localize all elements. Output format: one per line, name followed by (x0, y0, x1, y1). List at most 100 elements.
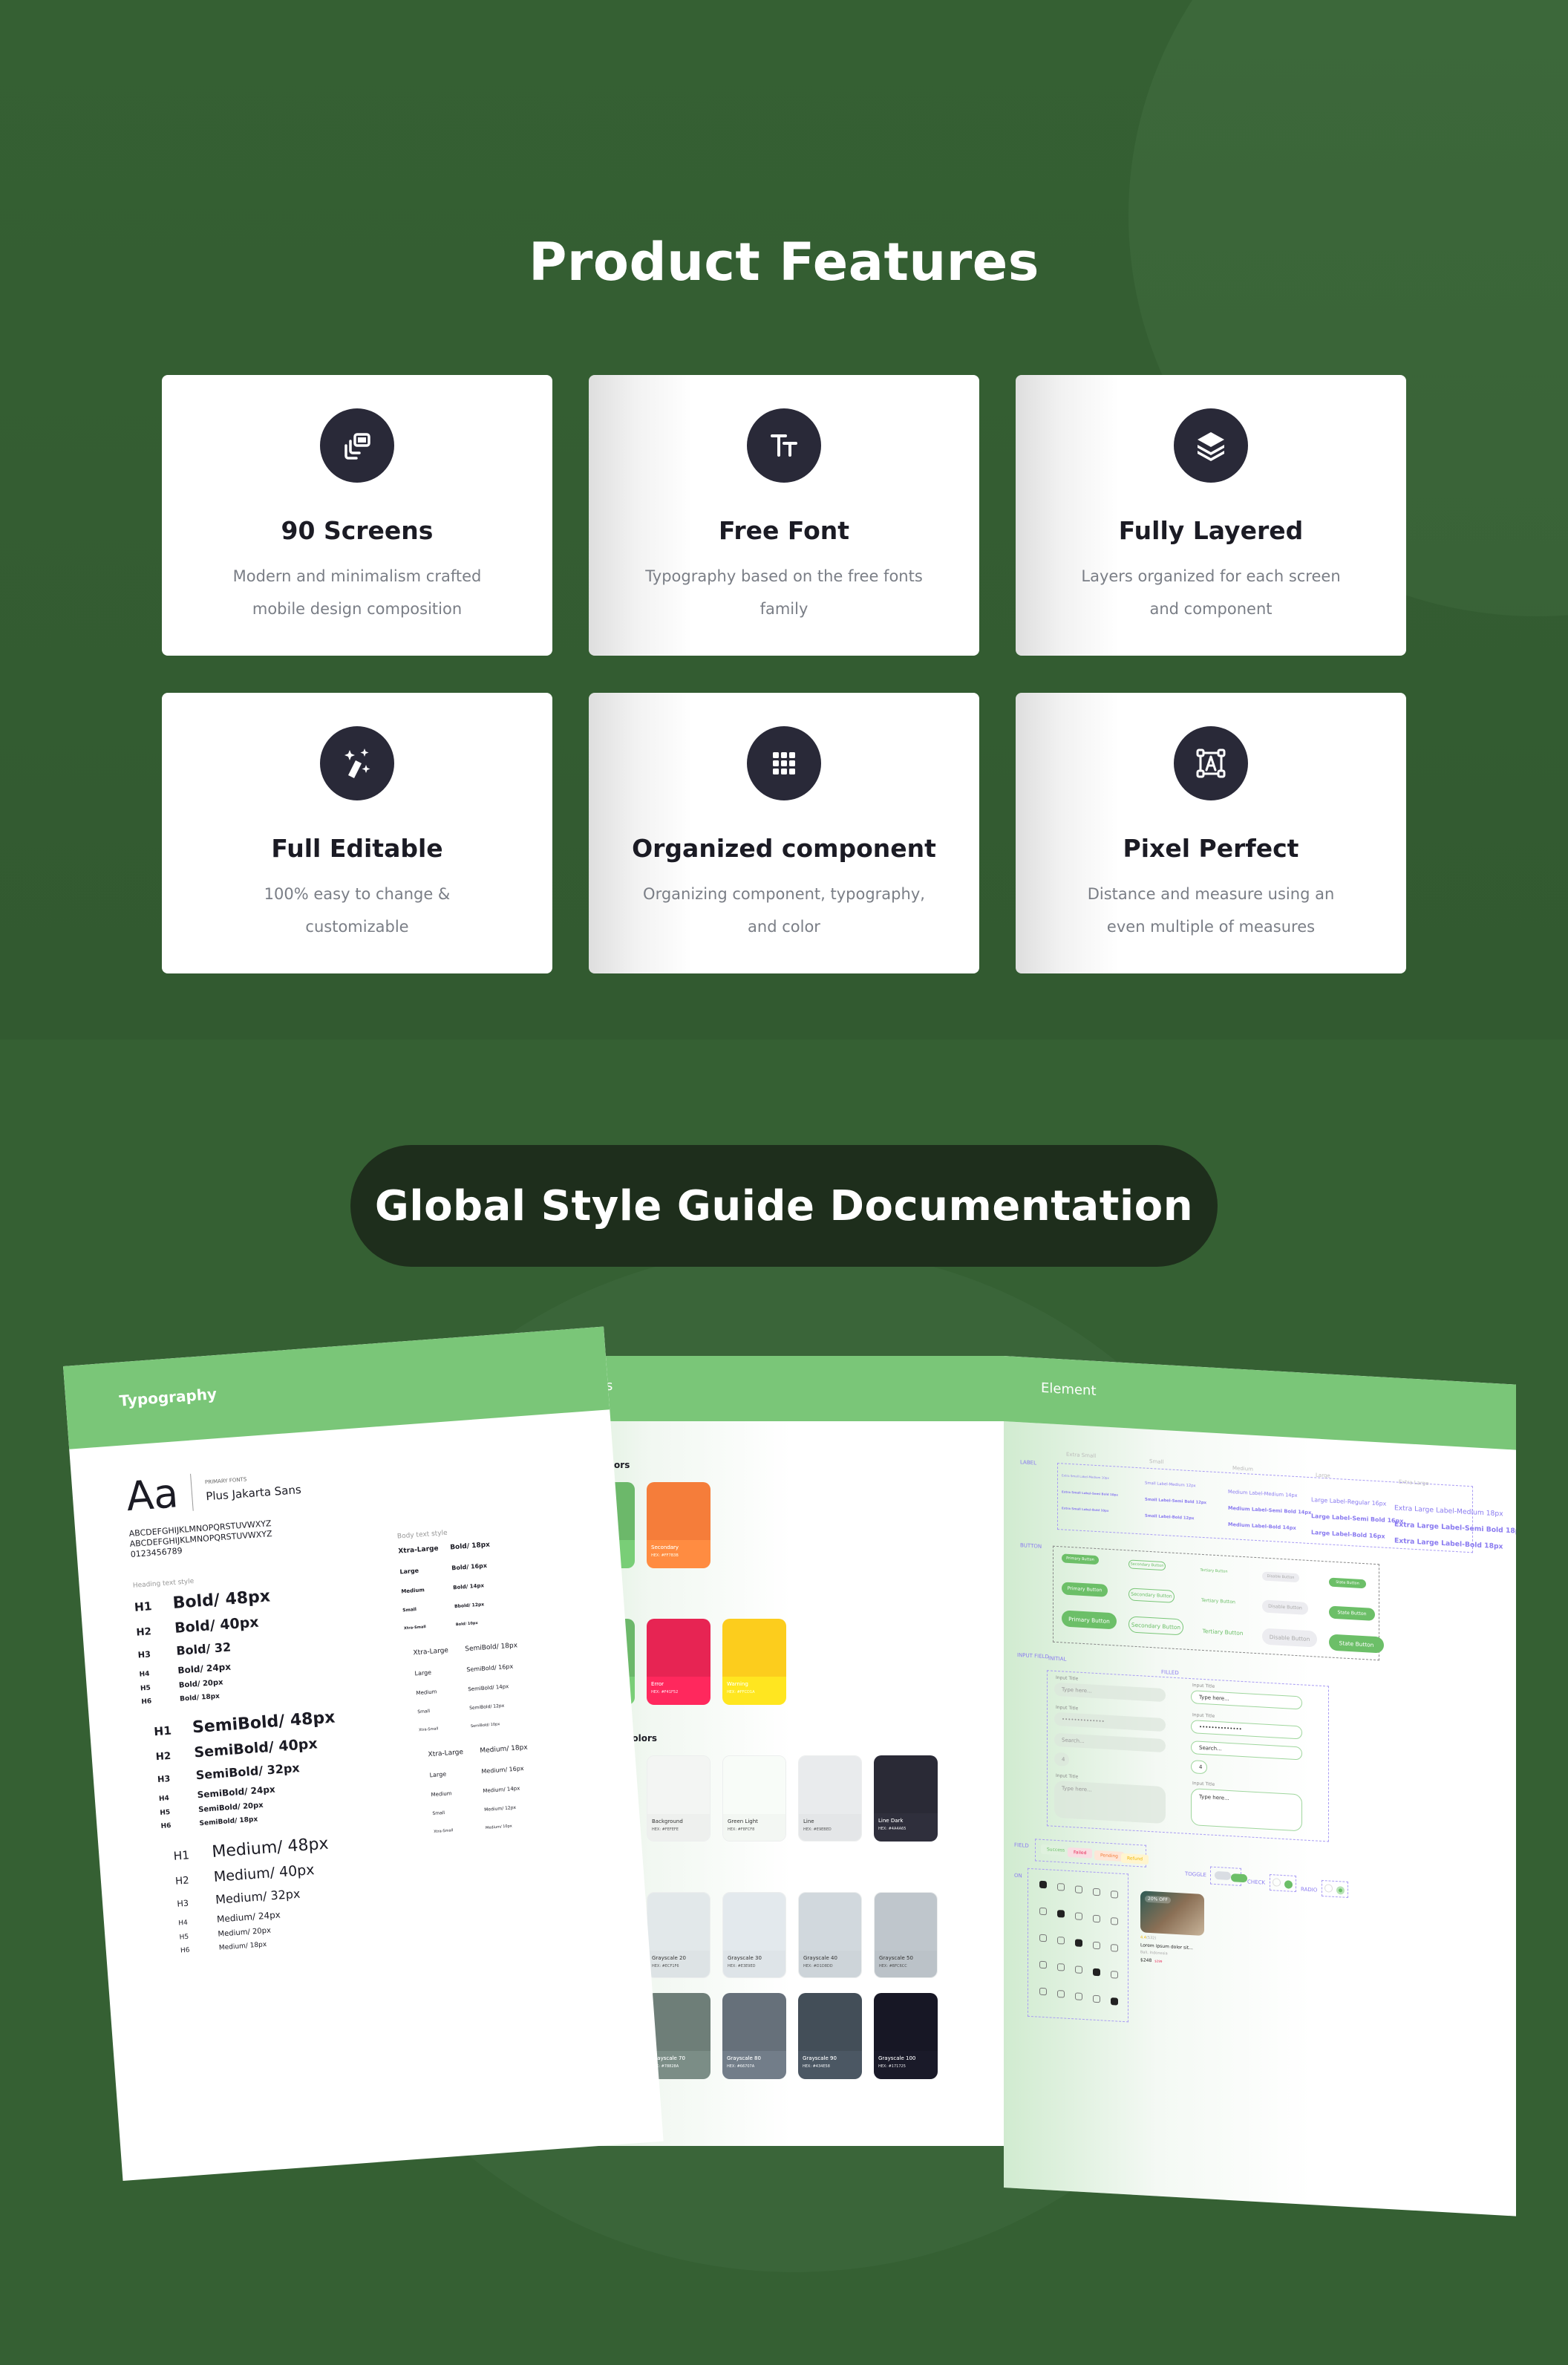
icon-sample (1093, 1914, 1100, 1923)
heading-tag: H1 (173, 1848, 190, 1863)
swatch-name: Grayscale 30 (728, 1955, 762, 1961)
swatch-name: Grayscale 20 (652, 1955, 686, 1961)
style-guide-banner-label: Global Style Guide Documentation (374, 1181, 1194, 1230)
disable-button[interactable]: Disable Button (1262, 1599, 1308, 1615)
section-label: ON (1014, 1872, 1022, 1879)
color-swatch: Grayscale 100 HEX: #171725 (874, 1993, 938, 2079)
toggle-off[interactable] (1215, 1870, 1231, 1881)
body-style-row: Medium SemiBold/ 14px (416, 1680, 557, 1696)
body-style-size: Small (417, 1709, 431, 1715)
sheet-title: Element (1041, 1380, 1097, 1399)
secondary-button[interactable]: Secondary Button (1128, 1616, 1183, 1636)
section-label: CHECK (1247, 1879, 1266, 1886)
tertiary-button[interactable]: Tertiary Button (1195, 1622, 1250, 1641)
body-style-row: Xtra-Large Bold/ 18px (398, 1537, 546, 1556)
input-field[interactable]: Type here... (1054, 1780, 1166, 1824)
swatch-info: Secondary HEX: #FF7B3B (647, 1540, 710, 1568)
heading-style-name: Bold/ 48px (172, 1587, 271, 1613)
swatch-hex: HEX: #FF7B3B (651, 1553, 679, 1558)
heading-tag: H3 (157, 1773, 171, 1785)
input-field[interactable]: 4 (1054, 1752, 1069, 1767)
color-swatch: Line HEX: #E9EBED (798, 1755, 862, 1842)
heading-tag: H2 (136, 1626, 152, 1639)
swatch-name: Line (803, 1818, 814, 1824)
swatch-hex: HEX: #E9EBED (803, 1827, 832, 1832)
feature-description: Layers organized for each screen and com… (1081, 567, 1341, 618)
section-label: LABEL (1020, 1459, 1036, 1467)
tertiary-button[interactable]: Tertiary Button (1195, 1593, 1241, 1608)
swatch-color (798, 1993, 862, 2051)
primary-button[interactable]: Primary Button (1062, 1582, 1108, 1597)
magic-wand-icon (320, 726, 394, 800)
swatch-name: Green Light (728, 1818, 758, 1824)
body-style-row: Medium Medium/ 14px (431, 1782, 564, 1798)
secondary-button[interactable]: Secondary Button (1128, 1588, 1175, 1603)
text-font-icon (747, 408, 821, 483)
heading-tag: H2 (155, 1750, 172, 1764)
typography-content: Aa PRIMARY FONTS Plus Jakarta Sans ABCDE… (125, 1441, 606, 1972)
swatch-info: Grayscale 20 HEX: #ECF1F6 (647, 1951, 710, 1977)
icon-sample (1075, 1912, 1082, 1920)
icon-sample (1039, 1934, 1047, 1942)
text-styles: Heading text style H1 Bold/ 48px H2 Bold/ 4… (133, 1530, 606, 1973)
feature-description: Modern and minimalism crafted mobile des… (232, 567, 482, 618)
swatch-hex: HEX: #F41F52 (651, 1690, 679, 1694)
heading-style-name: SemiBold/ 48px (192, 1708, 336, 1738)
style-guide-banner: Global Style Guide Documentation (350, 1145, 1218, 1267)
color-swatch: Grayscale 20 HEX: #ECF1F6 (647, 1892, 710, 1978)
radio-selected[interactable] (1336, 1886, 1345, 1895)
icon-sample (1075, 1992, 1082, 2000)
color-swatch: Green Light HEX: #F8FCF8 (722, 1755, 786, 1842)
swatch-info: Line HEX: #E9EBED (799, 1814, 861, 1841)
swatch-color (723, 1893, 785, 1951)
body-style-name: SemiBold/ 18px (465, 1642, 518, 1654)
swatch-row: PrimaryHEX: #7AC678SecondaryHEX: #FF7B3B (571, 1482, 987, 1568)
color-section-title: Main Colors (571, 1460, 987, 1470)
heading-style-group: H1 Medium/ 48px H2 Medium/ 40px H3 Medium/ 32… (152, 1828, 427, 1957)
icon-sample (1093, 1994, 1100, 2003)
body-style-name: Bold/ 18px (449, 1541, 491, 1552)
label-column-head: Small (1149, 1458, 1164, 1466)
body-style-row: Xtra-Large SemiBold/ 18px (413, 1640, 554, 1657)
radio-unselected[interactable] (1324, 1884, 1333, 1893)
checkbox-unchecked[interactable] (1273, 1878, 1281, 1887)
heading-style-name: Bold/ 24px (177, 1661, 232, 1676)
feature-title: Pixel Perfect (1123, 834, 1299, 863)
discount-badge: 20% OFF (1145, 1895, 1171, 1904)
status-badge: Refund (1121, 1853, 1149, 1865)
body-style-name: SemiBold/ 12px (468, 1703, 505, 1712)
heading-tag: H5 (179, 1933, 189, 1942)
heading-style-name: Medium/ 24px (216, 1909, 281, 1925)
primary-button[interactable]: Primary Button (1062, 1610, 1117, 1630)
heading-style-group: H1 SemiBold/ 48px H2 SemiBold/ 40px H3 SemiBo… (143, 1703, 417, 1831)
feature-title: Fully Layered (1118, 516, 1304, 545)
heading-tag: H5 (160, 1809, 171, 1818)
heading-tag: H6 (141, 1697, 152, 1706)
heading-style-name: Bold/ 40px (174, 1614, 260, 1637)
swatch-info: Error HEX: #F41F52 (647, 1677, 710, 1705)
toggle-on[interactable] (1231, 1873, 1247, 1883)
state-button[interactable]: State Button (1329, 1605, 1375, 1621)
feature-card: Free Font Typography based on the free f… (589, 375, 979, 656)
input-field[interactable]: 4 (1191, 1760, 1207, 1775)
swatch-name: Error (651, 1681, 664, 1687)
checkbox-checked[interactable] (1284, 1880, 1293, 1889)
section-label: FILLED (1161, 1668, 1179, 1677)
status-badge: Success (1041, 1844, 1071, 1856)
swatch-name: Grayscale 80 (727, 2055, 761, 2061)
color-swatch: Line Dark HEX: #4A4A65 (874, 1755, 938, 1842)
feature-card: Pixel Perfect Distance and measure using… (1016, 693, 1406, 973)
state-button[interactable]: State Button (1329, 1634, 1384, 1654)
color-swatch: Background HEX: #FEFEFE (647, 1755, 710, 1842)
input-field[interactable]: Type here... (1191, 1788, 1302, 1832)
heading-style-name: Medium/ 18px (218, 1941, 267, 1952)
swatch-info: Warning HEX: #FFCD1A (722, 1677, 786, 1705)
disable-button[interactable]: Disable Button (1262, 1628, 1317, 1648)
feature-description: 100% easy to change & customizable (264, 885, 451, 936)
icon-sample (1111, 1944, 1118, 1952)
swatch-color (647, 1482, 710, 1540)
product-card[interactable]: 20% OFF 4.4(532) Lorem ipsum dolor sit... B… (1140, 1891, 1207, 1966)
color-swatch: Grayscale 40 HEX: #D1D8DD (798, 1892, 862, 1978)
heading-style-name: Bold/ 32 (175, 1640, 232, 1658)
section-label: RADIO (1301, 1886, 1318, 1893)
